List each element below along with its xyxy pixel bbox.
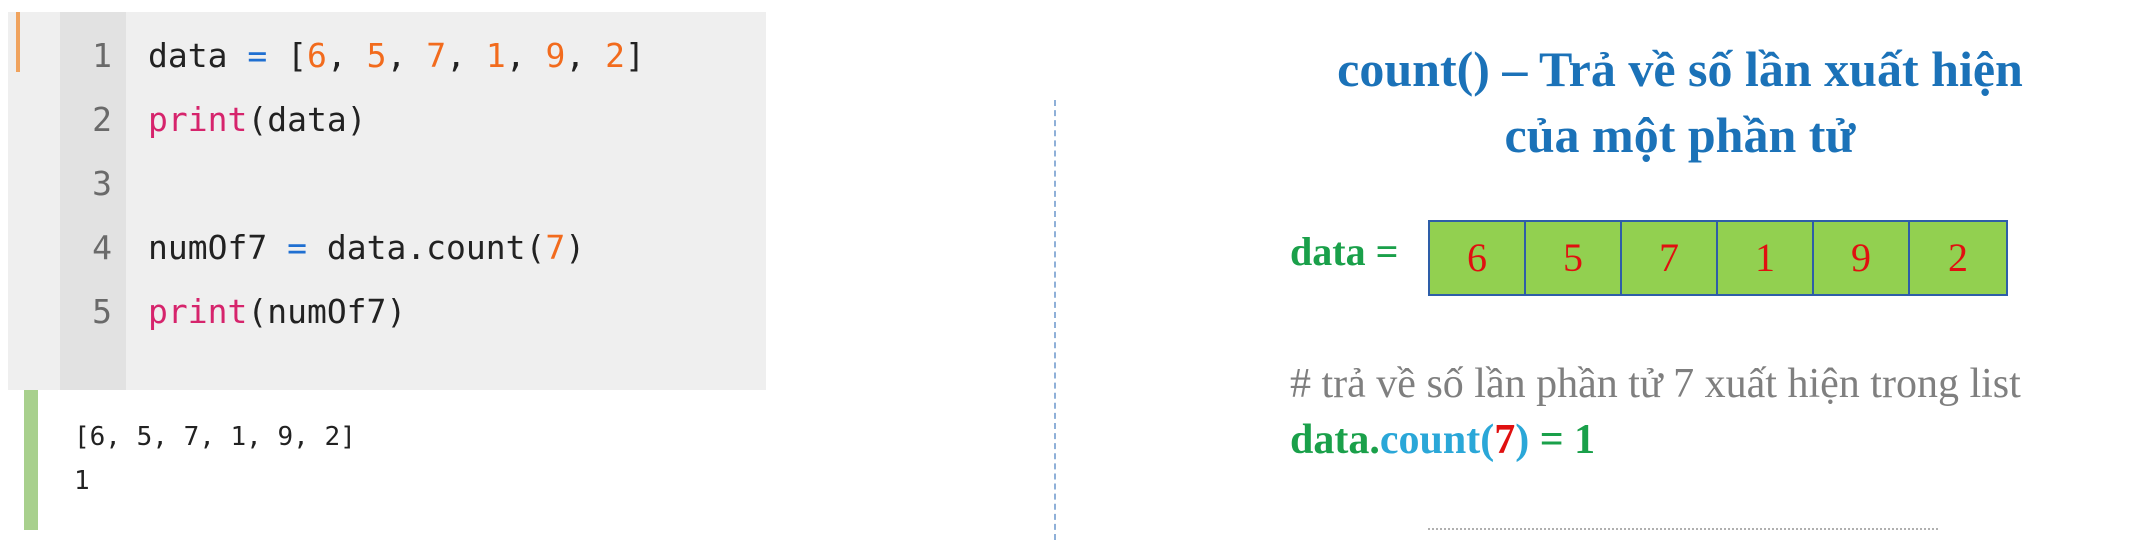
array-cell: 6 <box>1430 222 1526 294</box>
code-comment: # trả về số lần phần tử 7 xuất hiện tron… <box>1290 361 2021 407</box>
array-cell: 9 <box>1814 222 1910 294</box>
array-cell: 1 <box>1718 222 1814 294</box>
dotted-rule <box>1428 528 1938 530</box>
expr-close-paren: ) <box>1515 417 1530 463</box>
code-token: 7 <box>545 228 566 267</box>
code-token: = <box>287 228 307 267</box>
code-token: numOf7 <box>148 228 268 267</box>
active-line-marker <box>16 12 20 72</box>
code-text: numOf7 = data.count(7) <box>148 216 585 280</box>
line-number: 1 <box>92 36 112 75</box>
code-token: = <box>247 36 268 75</box>
expr-argument: 7 <box>1494 417 1516 463</box>
output-line: 1 <box>74 466 90 496</box>
code-token: print <box>148 100 248 139</box>
code-token: print <box>148 292 248 331</box>
line-number: 4 <box>92 228 112 267</box>
expr-method: count( <box>1379 417 1495 463</box>
code-token: , <box>446 36 486 75</box>
code-text: print(numOf7) <box>148 280 406 344</box>
array-diagram: 6 5 7 1 9 2 <box>1428 220 2008 296</box>
code-token: , <box>565 36 606 75</box>
line-number: 3 <box>92 164 112 203</box>
code-token: , <box>386 36 427 75</box>
code-token: , <box>505 36 546 75</box>
slide-title: count() – Trả về số lần xuất hiện của mộ… <box>1240 36 2120 168</box>
array-cell: 7 <box>1622 222 1718 294</box>
code-token: 9 <box>545 36 566 75</box>
array-label: data = <box>1290 229 1399 274</box>
code-editor[interactable]: 1 data = [6, 5, 7, 1, 9, 2] 2 print(data) 3 4… <box>8 12 766 390</box>
code-text: data = [6, 5, 7, 1, 9, 2] <box>148 24 645 88</box>
slide-title-line: count() – Trả về số lần xuất hiện <box>1337 41 2023 97</box>
code-token: 1 <box>485 36 506 75</box>
code-token: ) <box>565 228 586 267</box>
slide-title-line: của một phần tử <box>1504 107 1856 163</box>
code-token: 7 <box>426 36 447 75</box>
array-cell: 2 <box>1948 235 1968 280</box>
line-number: 5 <box>92 292 112 331</box>
output-line: [6, 5, 7, 1, 9, 2] <box>74 422 356 452</box>
panel-divider <box>1054 100 1056 540</box>
code-text: print(data) <box>148 88 367 152</box>
count-expression: data.count(7) = 1 <box>1290 416 1595 464</box>
code-token: (data) <box>247 100 367 139</box>
code-token: [ <box>267 36 307 75</box>
code-token: 5 <box>366 36 387 75</box>
code-token: 6 <box>306 36 327 75</box>
code-token: (numOf7) <box>247 292 407 331</box>
expr-object: data. <box>1290 417 1380 463</box>
code-token: data <box>148 36 228 75</box>
output-indicator-bar <box>24 390 38 530</box>
output-panel: [6, 5, 7, 1, 9, 2] 1 <box>24 390 766 530</box>
code-token: data.count( <box>306 228 546 267</box>
line-number: 2 <box>92 100 112 139</box>
code-token: , <box>326 36 367 75</box>
code-token: 2 <box>605 36 625 75</box>
expr-result: = 1 <box>1529 417 1596 463</box>
array-cell: 5 <box>1526 222 1622 294</box>
code-token: ] <box>624 36 645 75</box>
